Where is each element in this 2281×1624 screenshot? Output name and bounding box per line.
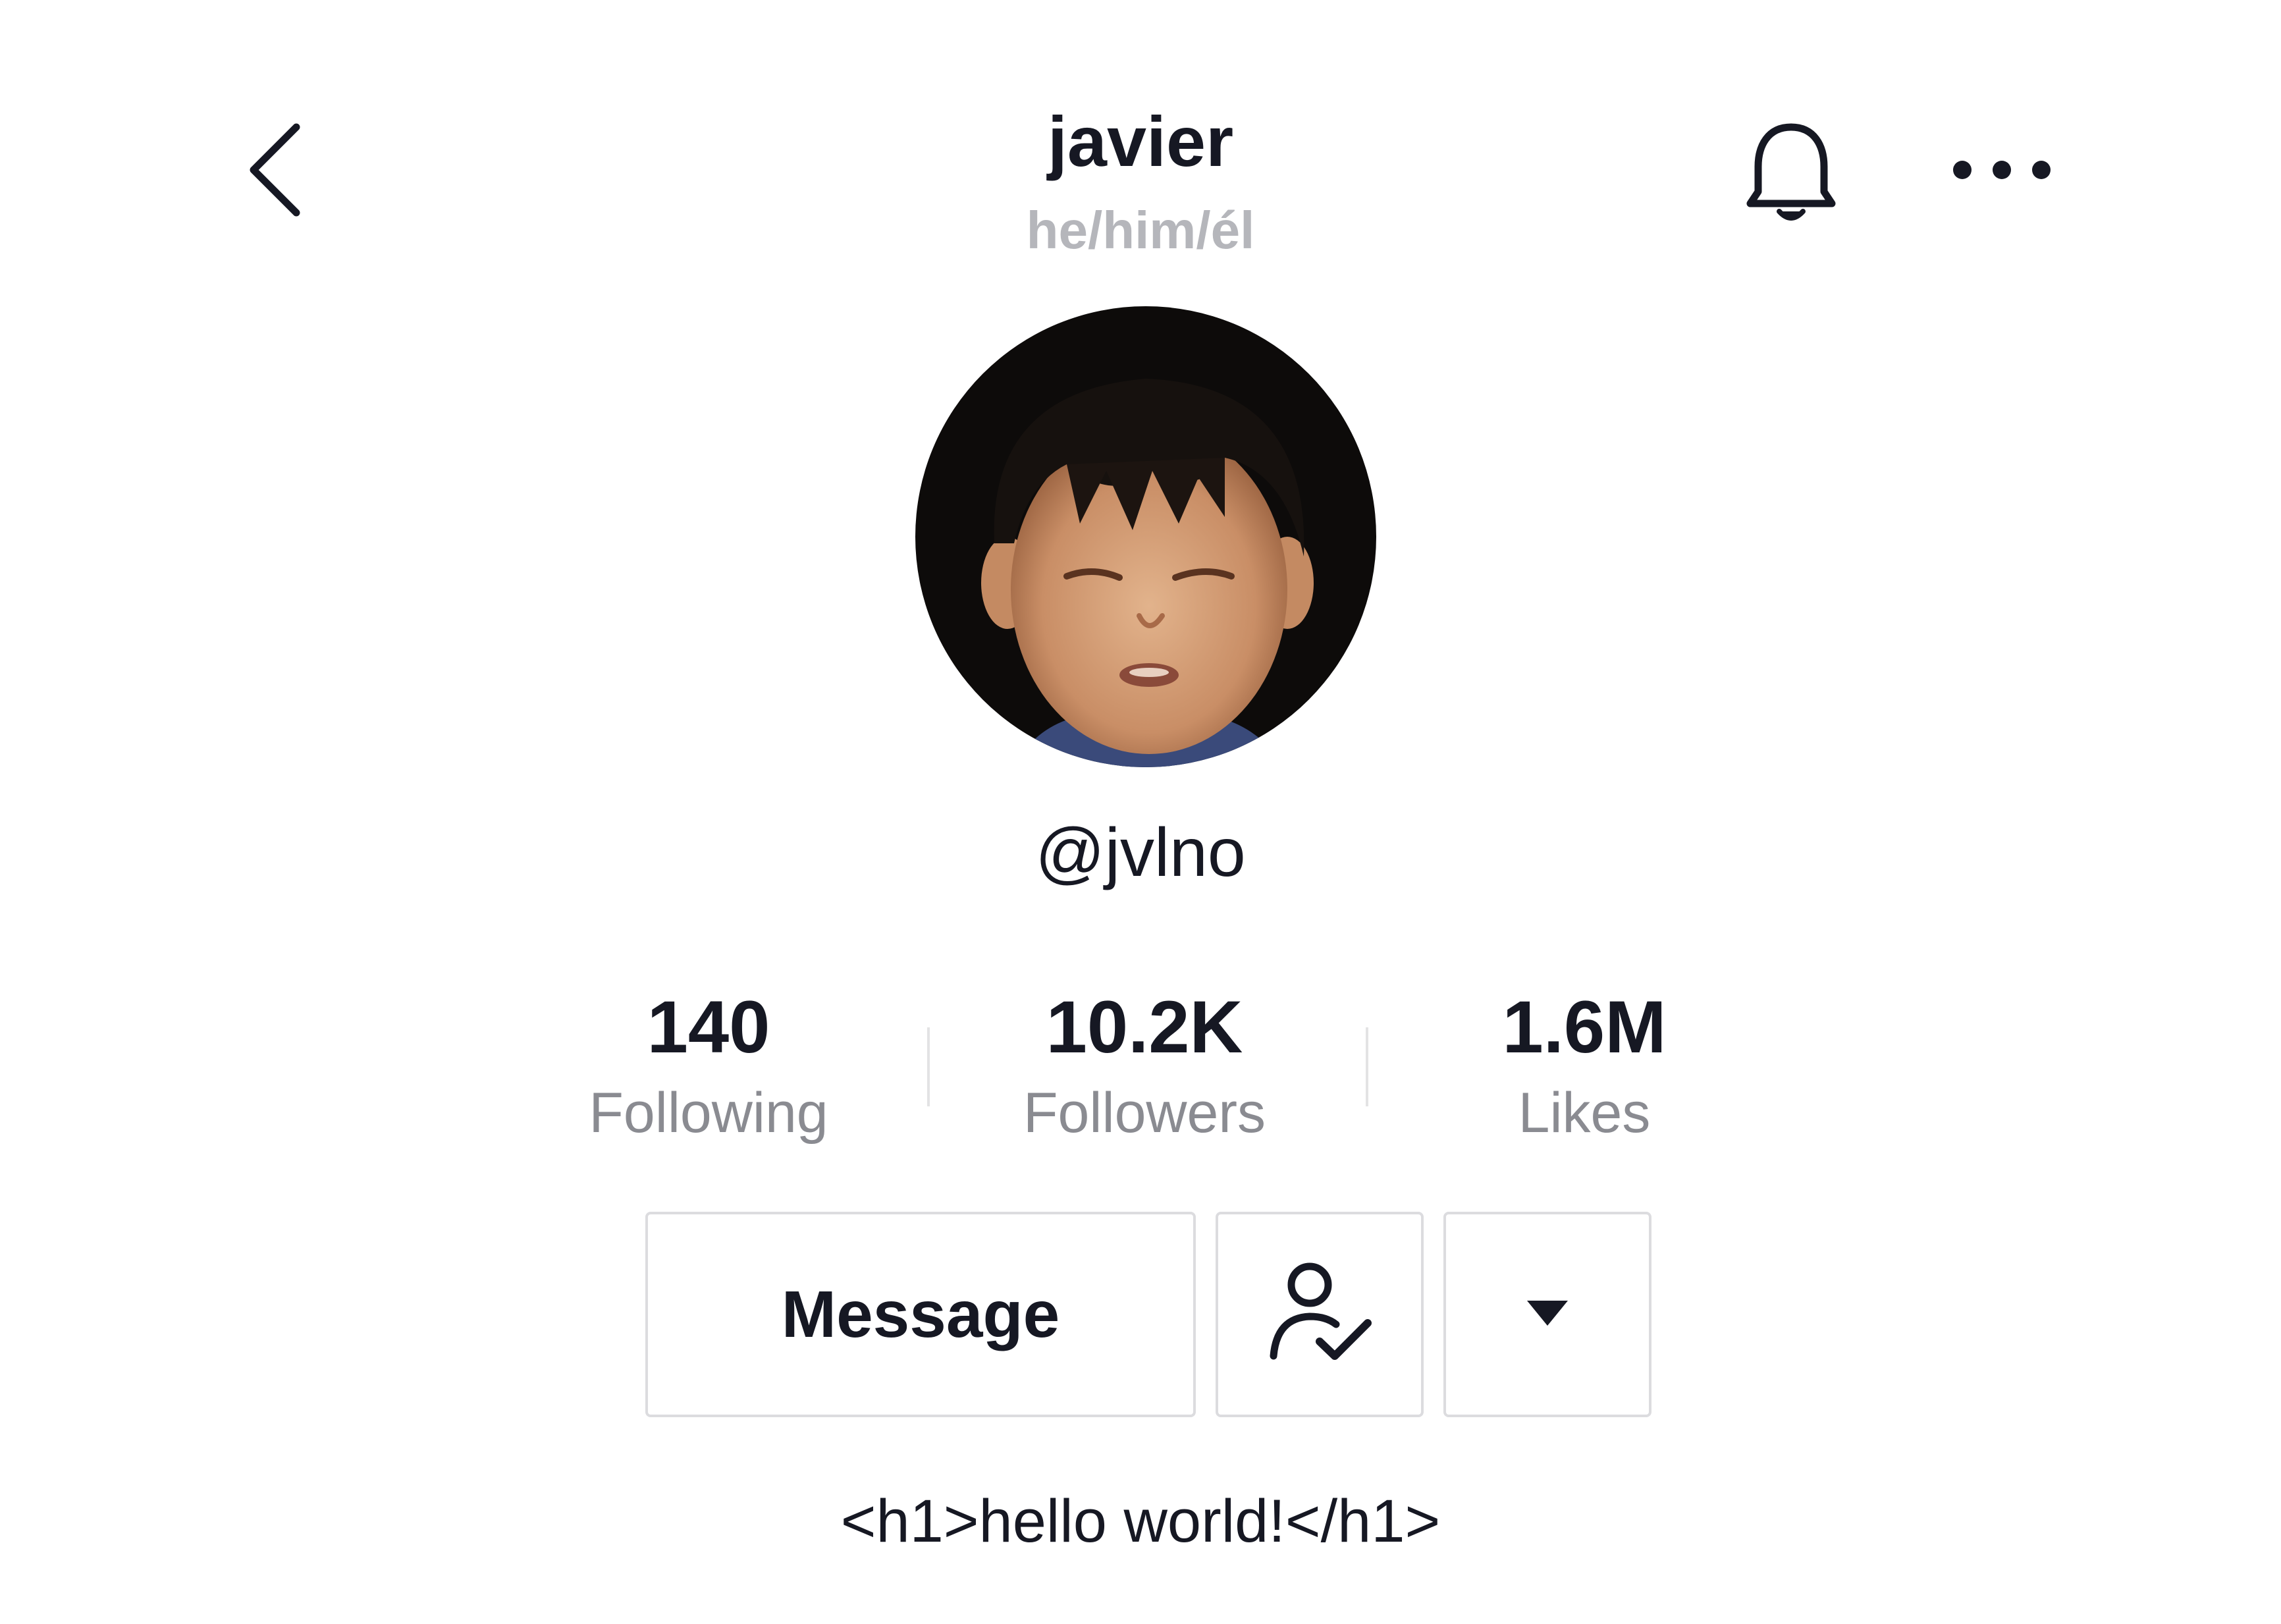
caret-down-icon (1524, 1297, 1570, 1333)
stat-following-label: Following (589, 1081, 828, 1145)
stat-followers-label: Followers (1023, 1081, 1266, 1145)
stat-following[interactable]: 140 Following (511, 981, 906, 1152)
avatar-image (915, 306, 1376, 767)
profile-display-name: javier (1047, 101, 1234, 181)
user-check-icon (1264, 1257, 1376, 1372)
notification-button[interactable] (1725, 105, 1857, 237)
profile-username: @jvlno (1035, 815, 1246, 891)
stat-divider (927, 1027, 930, 1106)
more-options-button[interactable] (1929, 119, 2074, 224)
stat-following-value: 140 (647, 986, 770, 1068)
back-button[interactable] (224, 105, 329, 237)
stat-followers-value: 10.2K (1046, 986, 1243, 1068)
stat-likes-label: Likes (1518, 1081, 1651, 1145)
stat-likes-value: 1.6M (1502, 986, 1667, 1068)
profile-pronouns: he/him/él (1026, 201, 1255, 259)
suggested-accounts-dropdown[interactable] (1443, 1212, 1651, 1417)
more-horizontal-icon (1949, 157, 2054, 186)
stat-likes[interactable]: 1.6M Likes (1387, 981, 1782, 1152)
profile-bio: <h1>hello world!</h1> (840, 1488, 1441, 1555)
avatar[interactable] (915, 306, 1376, 767)
bell-icon (1738, 114, 1844, 229)
following-status-button[interactable] (1216, 1212, 1424, 1417)
stat-divider (1366, 1027, 1368, 1106)
chevron-left-icon (240, 121, 313, 223)
message-button-label: Message (781, 1277, 1060, 1351)
stat-followers[interactable]: 10.2K Followers (947, 981, 1342, 1152)
message-button[interactable]: Message (645, 1212, 1196, 1417)
